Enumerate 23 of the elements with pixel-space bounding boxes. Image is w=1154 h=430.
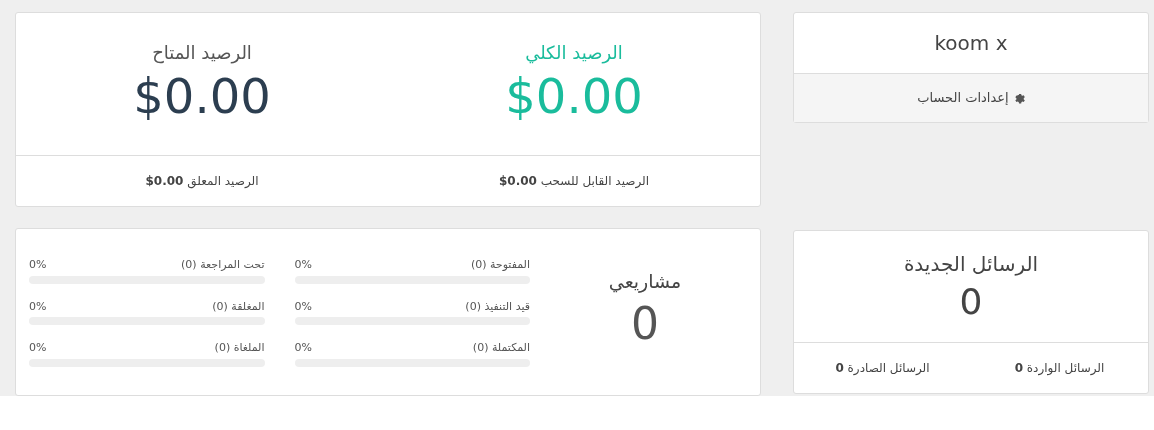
user-name: koom x	[934, 30, 1008, 57]
status-percent: 0%	[29, 257, 47, 273]
status-label: المغلقة (0)	[212, 298, 265, 315]
balance-title: الرصيد الكلي	[525, 41, 623, 66]
account-settings-link[interactable]: إعدادات الحساب	[917, 88, 1025, 108]
status-label: الملغاة (0)	[214, 340, 265, 356]
status-percent: 0%	[294, 257, 312, 273]
projects-title: مشاريعي	[608, 269, 682, 295]
status-percent: 0%	[294, 298, 312, 315]
status-percent: 0%	[294, 340, 312, 356]
status-percent: 0%	[29, 298, 47, 315]
settings-icon	[1012, 92, 1025, 104]
balance-amount: $0.00	[133, 67, 271, 126]
messages-count: 0	[959, 280, 983, 324]
status-percent: 0%	[29, 340, 47, 356]
status-label: المكتملة (0)	[472, 340, 530, 356]
status-label: تحت المراجعة (0)	[181, 257, 265, 273]
messages-title: الرسائل الجديدة	[903, 251, 1039, 278]
balance-amount: $0.00	[505, 67, 643, 126]
status-label: قيد التنفيذ (0)	[465, 298, 530, 315]
status-label: المفتوحة (0)	[470, 257, 530, 273]
balance-title: الرصيد المتاح	[152, 41, 252, 66]
projects-count: 0	[631, 296, 659, 351]
